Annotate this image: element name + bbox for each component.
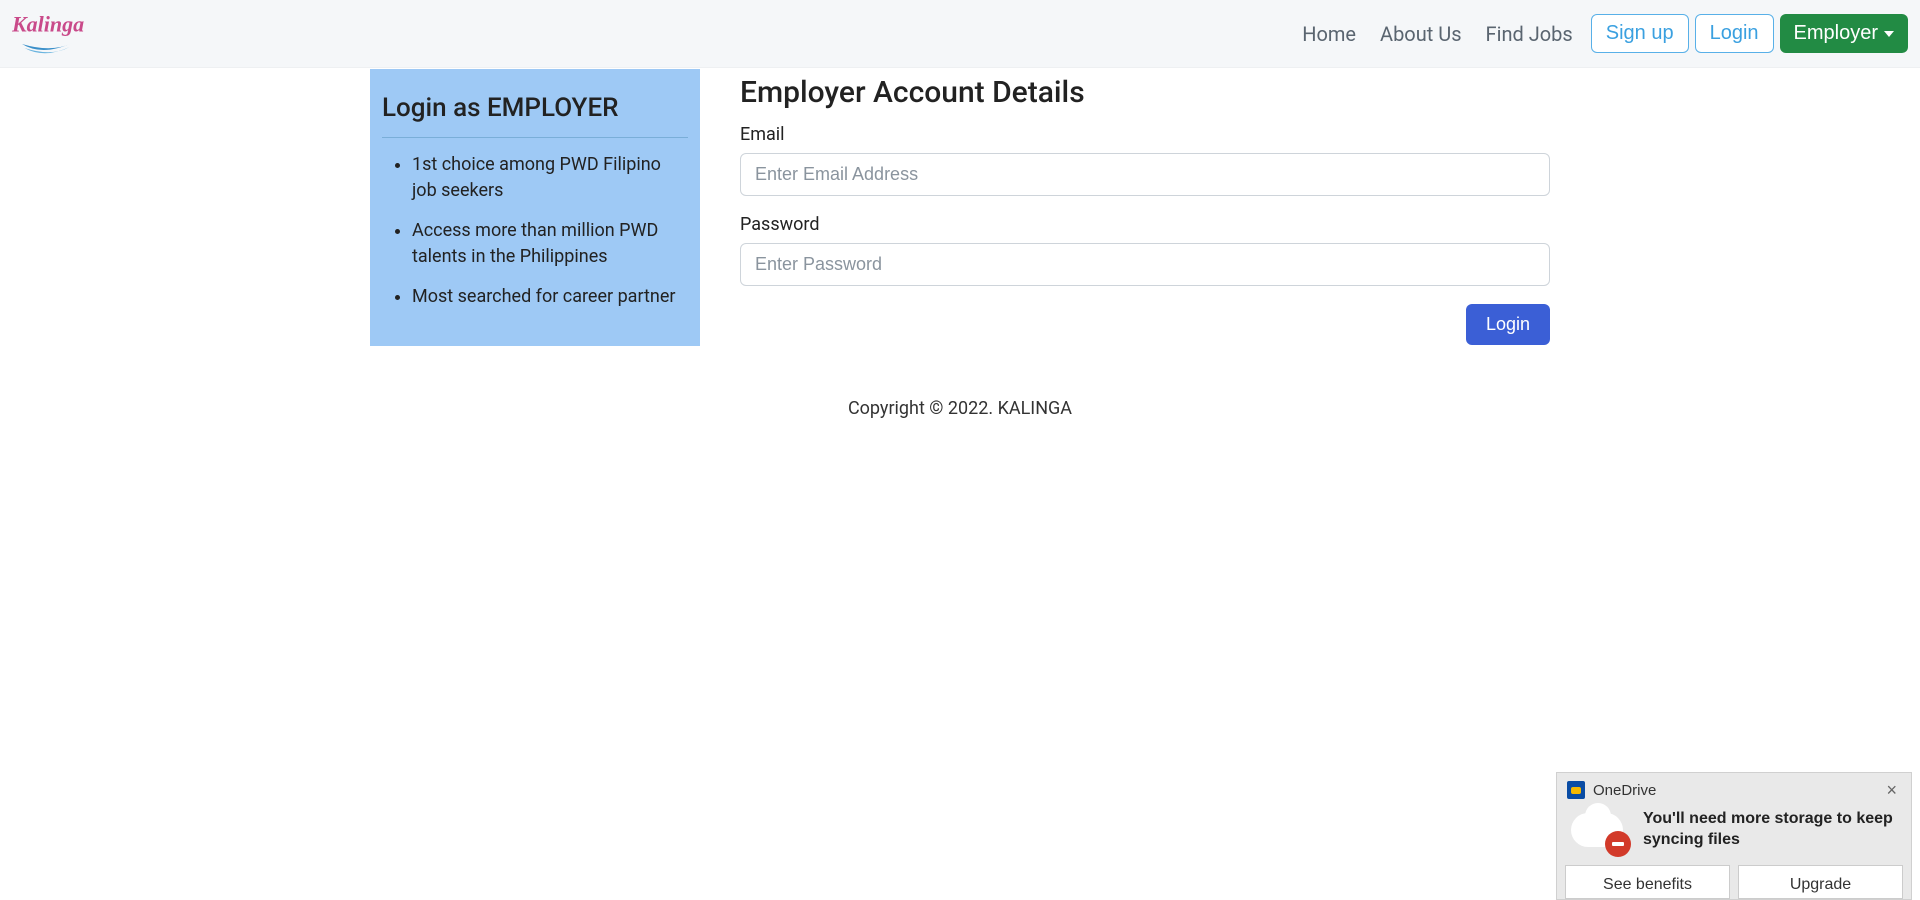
form-heading: Employer Account Details — [740, 75, 1550, 110]
employer-dropdown[interactable]: Employer — [1780, 14, 1908, 53]
main-container: Login as EMPLOYER 1st choice among PWD F… — [370, 68, 1550, 346]
login-info-panel: Login as EMPLOYER 1st choice among PWD F… — [370, 69, 700, 346]
nav-links: Home About Us Find Jobs Sign up Login Em… — [1290, 14, 1908, 54]
password-label: Password — [740, 214, 1550, 235]
notification-app-name: OneDrive — [1593, 782, 1656, 799]
list-item: 1st choice among PWD Filipino job seeker… — [412, 152, 688, 204]
brand-logo[interactable]: Kalinga — [12, 9, 112, 59]
upgrade-button[interactable]: Upgrade — [1738, 865, 1903, 899]
see-benefits-button[interactable]: See benefits — [1565, 865, 1730, 899]
nav-home[interactable]: Home — [1290, 14, 1368, 54]
sidebar-points-list: 1st choice among PWD Filipino job seeker… — [382, 152, 688, 310]
list-item: Most searched for career partner — [412, 284, 688, 310]
kalinga-logo-icon: Kalinga — [12, 9, 112, 59]
svg-text:Kalinga: Kalinga — [12, 11, 84, 36]
password-input[interactable] — [740, 243, 1550, 286]
employer-dropdown-label: Employer — [1794, 22, 1878, 45]
footer-copyright: Copyright © 2022. KALINGA — [370, 346, 1550, 419]
nav-find-jobs[interactable]: Find Jobs — [1474, 14, 1585, 54]
cloud-storage-full-icon — [1571, 809, 1629, 855]
nav-about-us[interactable]: About Us — [1368, 14, 1474, 54]
email-label: Email — [740, 124, 1550, 145]
close-icon[interactable]: × — [1882, 781, 1901, 799]
top-navbar: Kalinga Home About Us Find Jobs Sign up … — [0, 0, 1920, 68]
list-item: Access more than million PWD talents in … — [412, 218, 688, 270]
login-form: Employer Account Details Email Password … — [740, 69, 1550, 346]
notification-message: You'll need more storage to keep syncing… — [1643, 809, 1897, 855]
submit-login-button[interactable]: Login — [1466, 304, 1550, 345]
sidebar-heading: Login as EMPLOYER — [382, 93, 688, 138]
login-button[interactable]: Login — [1695, 14, 1774, 53]
chevron-down-icon — [1884, 31, 1894, 37]
onedrive-notification: OneDrive × You'll need more storage to k… — [1556, 772, 1912, 900]
signup-button[interactable]: Sign up — [1591, 14, 1689, 53]
email-input[interactable] — [740, 153, 1550, 196]
onedrive-app-icon — [1567, 781, 1585, 799]
